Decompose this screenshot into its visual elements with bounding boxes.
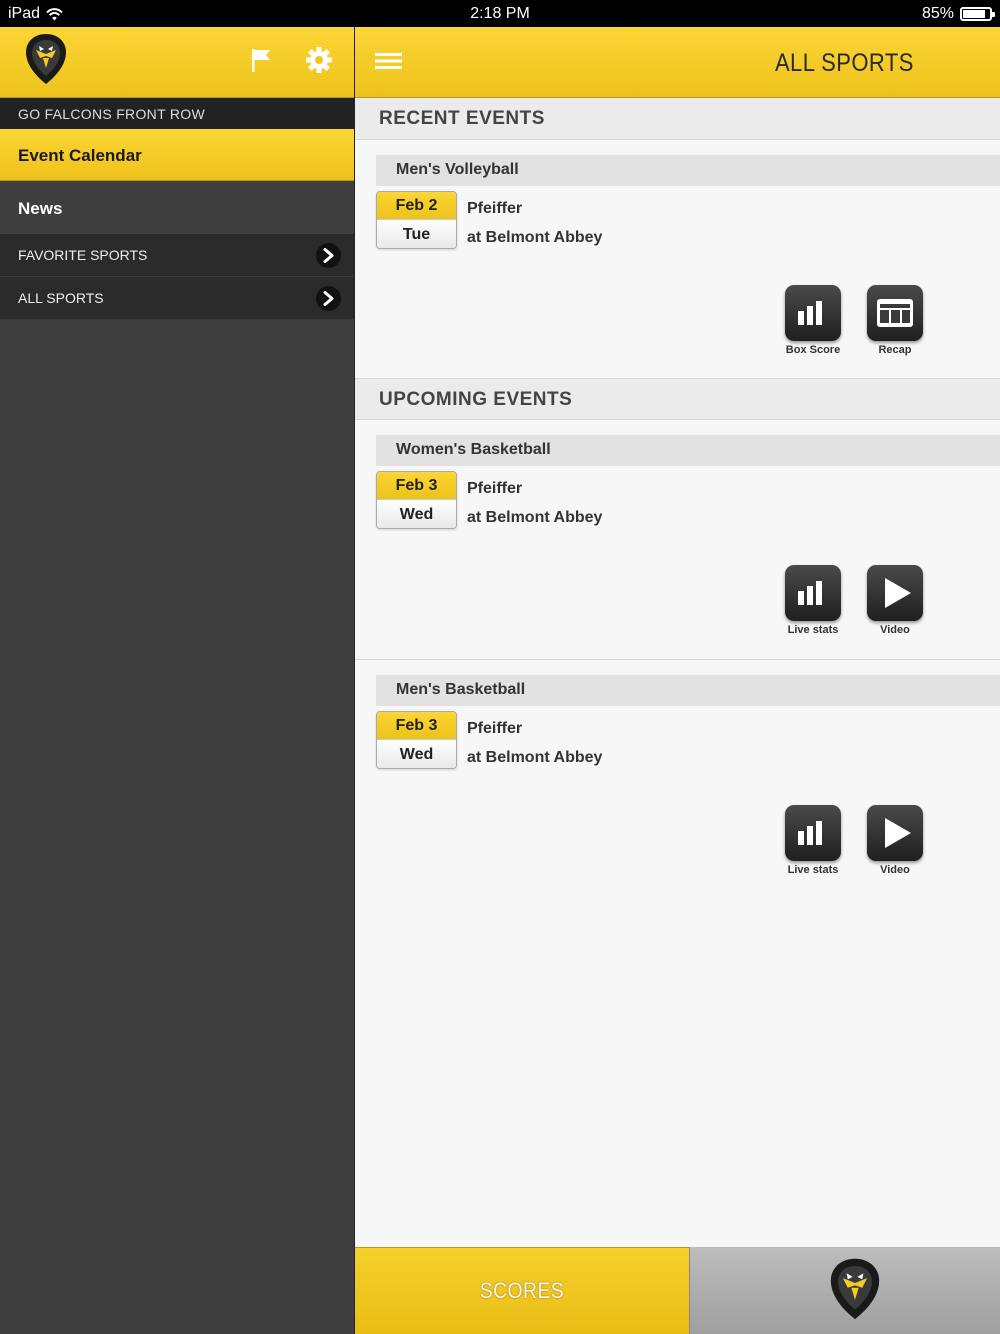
flag-icon[interactable]	[249, 47, 273, 73]
play-icon	[867, 565, 923, 621]
action-label: Video	[880, 864, 910, 876]
play-icon	[867, 805, 923, 861]
gear-icon[interactable]	[305, 46, 333, 74]
event-opponent: Pfeiffer	[467, 480, 523, 497]
bar-chart-icon	[785, 285, 841, 341]
event-day: Tue	[377, 220, 456, 248]
event-sport: Men's Basketball	[376, 675, 1000, 706]
sidebar-header	[0, 27, 354, 98]
main-header: ALL SPORTS	[355, 27, 1000, 98]
falcon-logo-icon	[830, 1258, 880, 1320]
event-sport: Women's Basketball	[376, 435, 1000, 466]
action-label: Live stats	[787, 624, 839, 636]
recap-button[interactable]: Recap	[866, 285, 924, 356]
tab-scores-label: SCORES	[479, 1278, 565, 1303]
sidebar-item-event-calendar[interactable]: Event Calendar	[0, 129, 354, 181]
sidebar-item-favorite-sports[interactable]: FAVORITE SPORTS	[0, 234, 354, 277]
event-date: Feb 3	[377, 472, 456, 500]
sidebar-item-all-sports[interactable]: ALL SPORTS	[0, 277, 354, 320]
event-location: at Belmont Abbey	[467, 229, 603, 246]
event-date: Feb 3	[377, 712, 456, 740]
event-date-box: Feb 3 Wed	[376, 471, 457, 529]
battery-icon	[960, 7, 995, 21]
sidebar-item-label: ALL SPORTS	[18, 290, 104, 306]
action-label: Live stats	[787, 864, 839, 876]
page-title: ALL SPORTS	[775, 49, 914, 77]
falcon-logo-icon[interactable]	[22, 32, 70, 86]
upcoming-events-header: UPCOMING EVENTS	[355, 378, 1000, 420]
recent-events-header: RECENT EVENTS	[355, 98, 1000, 140]
sidebar-item-news[interactable]: News	[0, 181, 354, 234]
live-stats-button[interactable]: Live stats	[784, 805, 842, 876]
event-opponent: Pfeiffer	[467, 200, 523, 217]
box-score-button[interactable]: Box Score	[784, 285, 842, 356]
sidebar-item-label: FAVORITE SPORTS	[18, 247, 148, 263]
event-location: at Belmont Abbey	[467, 509, 603, 526]
event-opponent: Pfeiffer	[467, 720, 523, 737]
newspaper-icon	[867, 285, 923, 341]
action-label: Box Score	[785, 344, 841, 356]
event-day: Wed	[377, 740, 456, 768]
bar-chart-icon	[785, 805, 841, 861]
sidebar-section-title: GO FALCONS FRONT ROW	[0, 98, 354, 129]
live-stats-button[interactable]: Live stats	[784, 565, 842, 636]
event-sport: Men's Volleyball	[376, 155, 1000, 186]
clock: 2:18 PM	[470, 5, 530, 22]
tab-scores[interactable]: SCORES	[355, 1247, 689, 1334]
battery-percent: 85%	[921, 5, 954, 22]
status-bar: iPad 2:18 PM 85%	[0, 0, 1000, 27]
sidebar: GO FALCONS FRONT ROW Event Calendar News…	[0, 27, 355, 1334]
main-content: ALL SPORTS RECENT EVENTS Men's Volleybal…	[355, 27, 1000, 1247]
chevron-right-icon	[316, 286, 341, 311]
video-button[interactable]: Video	[866, 565, 924, 636]
event-date-box: Feb 2 Tue	[376, 191, 457, 249]
event-date-box: Feb 3 Wed	[376, 711, 457, 769]
menu-icon[interactable]	[375, 51, 402, 71]
bar-chart-icon	[785, 565, 841, 621]
video-button[interactable]: Video	[866, 805, 924, 876]
tab-home[interactable]	[689, 1247, 1000, 1334]
event-card: Men's Basketball Feb 3 Wed Pfeiffer at B…	[355, 660, 1000, 900]
event-card: Women's Basketball Feb 3 Wed Pfeiffer at…	[355, 420, 1000, 660]
event-date: Feb 2	[377, 192, 456, 220]
event-day: Wed	[377, 500, 456, 528]
action-label: Video	[880, 624, 910, 636]
action-label: Recap	[878, 344, 912, 356]
event-card: Men's Volleyball Feb 2 Tue Pfeiffer at B…	[355, 140, 1000, 378]
chevron-right-icon	[316, 243, 341, 268]
event-location: at Belmont Abbey	[467, 749, 603, 766]
